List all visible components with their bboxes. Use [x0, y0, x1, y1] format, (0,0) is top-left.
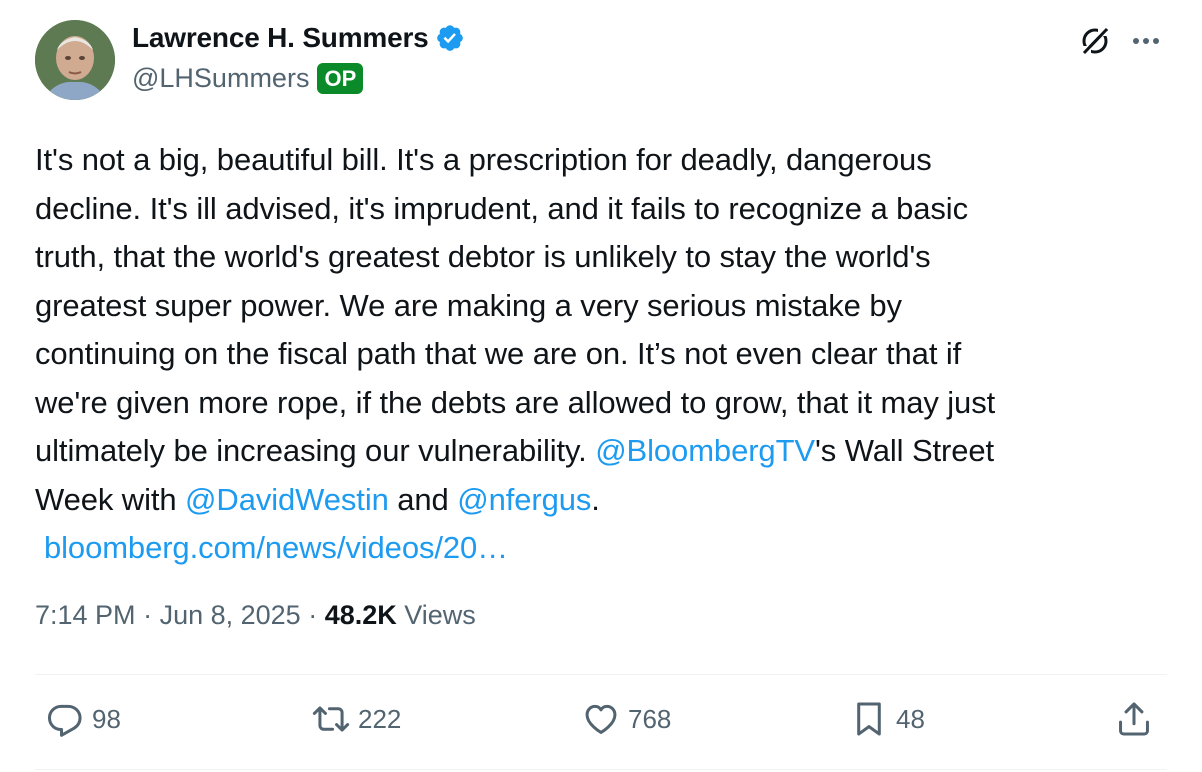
bookmark-count: 48 [896, 703, 925, 734]
tweet-line: It's not a big, beautiful bill. It's a p… [35, 142, 932, 177]
tweet-time[interactable]: 7:14 PM [35, 600, 136, 630]
tweet-line: bloomberg.com/news/videos/20… [35, 524, 1175, 573]
heart-icon [585, 704, 617, 734]
mention-bloombergtv[interactable]: @BloombergTV [595, 433, 815, 468]
author-handle[interactable]: @LHSummers [132, 63, 309, 94]
more-options-icon[interactable] [1128, 26, 1164, 56]
mention-davidwestin[interactable]: @DavidWestin [185, 482, 389, 517]
tweet-text-segment: . [591, 481, 600, 517]
like-count: 768 [628, 703, 672, 734]
author-handle-row: @LHSummers OP [132, 63, 364, 94]
tweet-text-segment: and [388, 481, 458, 517]
share-button[interactable] [1115, 700, 1161, 738]
tweet-line: truth, that the world's greatest debtor … [35, 239, 931, 274]
author-display-name[interactable]: Lawrence H. Summers [132, 22, 429, 54]
tweet-text-segment: 's Wall Street [814, 433, 995, 468]
views-label: Views [396, 600, 476, 630]
bookmark-icon [857, 702, 881, 736]
op-badge: OP [317, 63, 364, 94]
meta-separator: · [135, 600, 160, 630]
meta-separator: · [300, 600, 325, 630]
divider [35, 674, 1167, 675]
repost-count: 222 [358, 703, 402, 734]
like-button[interactable]: 768 [582, 700, 671, 738]
tweet-line: Week with @DavidWestin and @nfergus. [35, 476, 1175, 525]
author-name-row: Lawrence H. Summers [132, 22, 465, 54]
tweet-meta: 7:14 PM · Jun 8, 2025 · 48.2K Views [35, 600, 476, 631]
reply-icon [47, 704, 82, 737]
reply-count: 98 [92, 703, 121, 734]
repost-button[interactable]: 222 [312, 700, 401, 738]
tweet-line: decline. It's ill advised, it's impruden… [35, 190, 968, 226]
tweet-text-segment: Week with [35, 481, 186, 517]
divider [35, 769, 1167, 770]
share-icon [1119, 702, 1149, 736]
views-count: 48.2K [324, 600, 397, 630]
bookmark-button[interactable]: 48 [850, 700, 925, 738]
tweet-line: continuing on the fiscal path that we ar… [35, 336, 962, 371]
tweet-line: greatest super power. We are making a ve… [35, 287, 902, 323]
repost-icon [312, 706, 350, 732]
tweet-text: It's not a big, beautiful bill. It's a p… [35, 136, 1175, 573]
verified-badge-icon[interactable] [435, 23, 465, 53]
tweet-line: ultimately be increasing our vulnerabili… [35, 427, 1175, 476]
grok-icon[interactable] [1078, 24, 1112, 58]
mention-nfergus[interactable]: @nfergus [457, 482, 591, 517]
bloomberg-link[interactable]: bloomberg.com/news/videos/20… [44, 530, 508, 565]
tweet-line: we're given more rope, if the debts are … [35, 384, 996, 420]
reply-button[interactable]: 98 [46, 700, 121, 738]
tweet-date[interactable]: Jun 8, 2025 [160, 600, 301, 630]
avatar[interactable] [35, 20, 115, 100]
tweet-card: Lawrence H. Summers @LHSummers OP It's n… [0, 0, 1202, 772]
tweet-text-segment: ultimately be increasing our vulnerabili… [35, 433, 596, 468]
